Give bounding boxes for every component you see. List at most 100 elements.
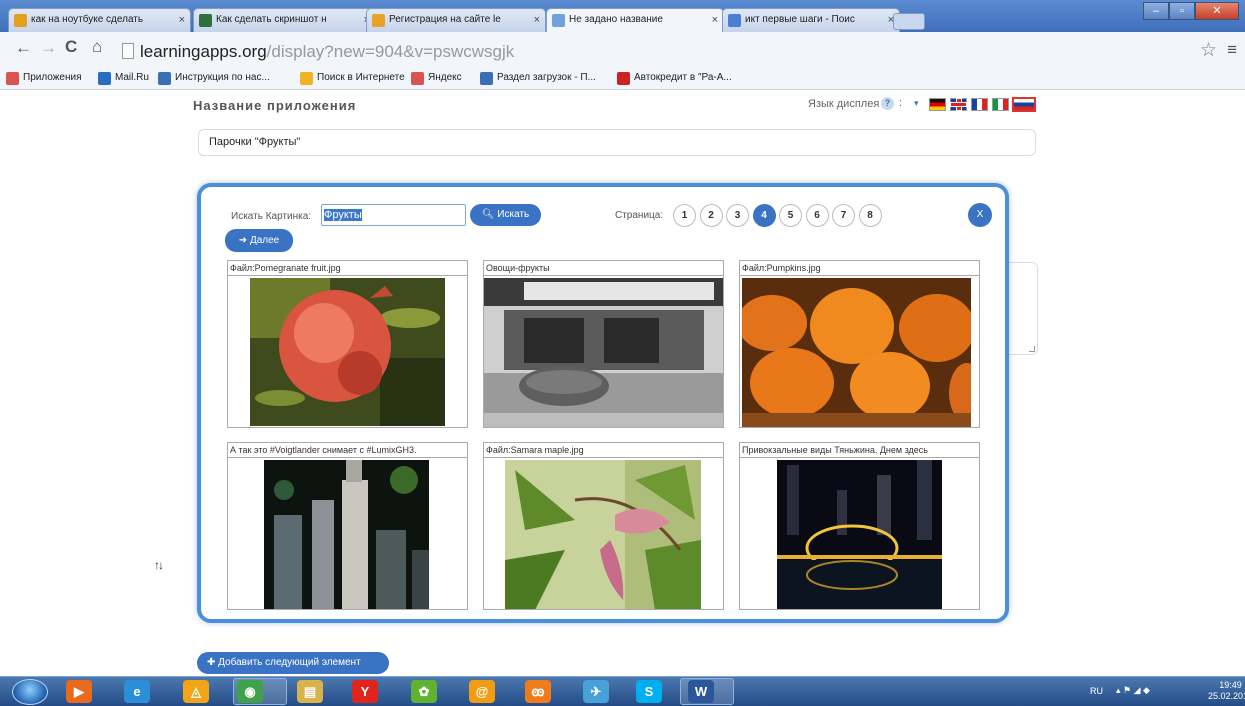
pagination: 1 2 3 4 5 6 7 8 xyxy=(673,204,885,227)
reload-icon[interactable]: C xyxy=(65,37,77,57)
avast-icon[interactable]: ◬ xyxy=(183,680,209,703)
pomegranate-image xyxy=(250,278,445,426)
google-favicon-icon xyxy=(728,14,741,27)
yandex-favicon-icon xyxy=(14,14,27,27)
browser-tab-active[interactable]: Не задано название × xyxy=(546,8,724,33)
flag-english-icon[interactable] xyxy=(950,98,967,111)
page-button-active[interactable]: 4 xyxy=(752,204,776,227)
search-button[interactable]: 🔍︎ Искать xyxy=(470,204,541,226)
bank-icon xyxy=(617,72,630,85)
site-favicon-icon xyxy=(199,14,212,27)
image-caption: Овощи-фрукты xyxy=(484,261,723,276)
image-search-dialog: Искать Картинка: Фрукты 🔍︎ Искать ➜ Дале… xyxy=(197,183,1009,623)
close-tab-icon[interactable]: × xyxy=(712,9,718,31)
next-button[interactable]: ➜ Далее xyxy=(225,229,293,252)
app-title-input[interactable]: Парочки "Фрукты" xyxy=(198,129,1036,156)
mailru-icon xyxy=(98,72,111,85)
site-favicon-icon xyxy=(372,14,385,27)
pumpkins-image xyxy=(742,278,971,427)
flag-german-icon[interactable] xyxy=(929,98,946,111)
bookmark-downloads[interactable]: Раздел загрузок - П... xyxy=(480,72,596,85)
search-input[interactable]: Фрукты xyxy=(321,204,466,226)
browser-tab[interactable]: Как сделать скриншот н × xyxy=(193,8,376,32)
yandex-icon xyxy=(411,72,424,85)
mail-agent-icon[interactable]: @ xyxy=(469,680,495,703)
skype-icon[interactable]: S xyxy=(636,680,662,703)
plus-icon: ✚ xyxy=(207,657,219,668)
image-caption: А так это #Voigtlander снимает с #LumixG… xyxy=(228,443,467,458)
help-icon[interactable]: ? xyxy=(881,97,894,110)
image-caption: Файл:Pumpkins.jpg xyxy=(740,261,979,276)
search-provider-icon xyxy=(300,72,313,85)
bookmark-star-icon[interactable]: ☆ xyxy=(1200,39,1217,62)
bookmark-yandex[interactable]: Яндекс xyxy=(411,72,462,85)
clock[interactable]: 19:49 25.02.2014 xyxy=(1208,680,1245,702)
page-icon xyxy=(480,72,493,85)
language-label: Язык дисплея xyxy=(808,98,880,110)
image-result-card[interactable]: А так это #Voigtlander снимает с #LumixG… xyxy=(227,442,468,610)
language-separator: : xyxy=(899,97,903,109)
arrow-right-icon: ➜ xyxy=(238,235,250,246)
bookmark-autocredit[interactable]: Автокредит в "Ра-А... xyxy=(617,72,732,85)
close-tab-icon[interactable]: × xyxy=(179,9,185,31)
image-result-card[interactable]: Овощи-фрукты xyxy=(483,260,724,428)
image-result-card[interactable]: Файл:Pumpkins.jpg xyxy=(739,260,980,428)
page-button[interactable]: 1 xyxy=(673,204,696,227)
browser-tab[interactable]: икт первые шаги - Поис × xyxy=(722,8,900,32)
minimize-button[interactable]: – xyxy=(1143,2,1169,20)
chevron-down-icon[interactable]: ▾ xyxy=(914,98,919,109)
bookmark-apps[interactable]: Приложения xyxy=(6,72,82,85)
explorer-icon[interactable]: ▤ xyxy=(297,680,323,703)
image-caption: Привокзальные виды Тяньжина. Днем здесь xyxy=(740,443,979,458)
messenger-icon[interactable]: ✈ xyxy=(583,680,609,703)
reorder-arrows-icon[interactable]: ↑↓ xyxy=(154,558,164,572)
odnoklassniki-icon[interactable]: ꙭ xyxy=(525,680,551,703)
maximize-button[interactable]: ▫ xyxy=(1169,2,1195,20)
media-player-icon[interactable]: ▶ xyxy=(66,680,92,703)
page-button[interactable]: 8 xyxy=(858,204,882,227)
image-result-card[interactable]: Файл:Samara maple.jpg xyxy=(483,442,724,610)
bookmark-mailru[interactable]: Mail.Ru xyxy=(98,72,149,85)
new-tab-button[interactable] xyxy=(893,13,925,30)
word-icon[interactable]: W xyxy=(688,680,714,703)
tray-icons[interactable]: ▴ ⚑ ◢ ◆ xyxy=(1116,685,1150,696)
address-bar[interactable]: learningapps.org/display?new=904&v=pswcw… xyxy=(122,40,1197,64)
clock-time: 19:49 xyxy=(1219,680,1242,690)
add-element-button[interactable]: ✚ Добавить следующий элемент xyxy=(197,652,389,674)
close-window-button[interactable]: ✕ xyxy=(1195,2,1239,20)
search-value: Фрукты xyxy=(324,209,362,221)
bookmark-instruction[interactable]: Инструкция по нас... xyxy=(158,72,270,85)
flag-russian-icon[interactable] xyxy=(1012,97,1036,112)
back-arrow-icon[interactable]: ← xyxy=(15,38,32,58)
browser-tab[interactable]: как на ноутбуке сделать × xyxy=(8,8,191,32)
flag-french-icon[interactable] xyxy=(971,98,988,111)
url-path: /display?new=904&v=pswcwsgjk xyxy=(266,42,515,61)
menu-icon[interactable]: ≡ xyxy=(1227,40,1237,60)
image-caption: Файл:Pomegranate fruit.jpg xyxy=(228,261,467,276)
image-result-card[interactable]: Файл:Pomegranate fruit.jpg xyxy=(227,260,468,428)
forward-arrow-icon[interactable]: → xyxy=(40,38,57,58)
page-button[interactable]: 5 xyxy=(779,204,802,227)
close-tab-icon[interactable]: × xyxy=(534,9,540,31)
night-city-image xyxy=(777,460,942,609)
language-indicator[interactable]: RU xyxy=(1090,686,1103,696)
page-label: Страница: xyxy=(615,210,664,221)
page-button[interactable]: 6 xyxy=(805,204,829,227)
browser-tab[interactable]: Регистрация на сайте le × xyxy=(366,8,546,32)
start-button[interactable] xyxy=(12,679,48,705)
yandex-browser-icon[interactable]: Y xyxy=(352,680,378,703)
close-dialog-button[interactable]: X xyxy=(968,203,992,227)
page-button[interactable]: 7 xyxy=(832,204,855,227)
page-button[interactable]: 3 xyxy=(726,204,749,227)
icq-icon[interactable]: ✿ xyxy=(411,680,437,703)
flag-italian-icon[interactable] xyxy=(992,98,1009,111)
bookmark-search[interactable]: Поиск в Интернете xyxy=(300,72,405,85)
image-result-card[interactable]: Привокзальные виды Тяньжина. Днем здесь xyxy=(739,442,980,610)
bottles-image xyxy=(264,460,429,609)
internet-explorer-icon[interactable]: e xyxy=(124,680,150,703)
page-button[interactable]: 2 xyxy=(699,204,723,227)
fruit-stall-image xyxy=(484,278,723,427)
chrome-icon[interactable]: ◉ xyxy=(237,680,263,703)
home-icon[interactable]: ⌂ xyxy=(92,37,102,57)
app-name-label: Название приложения xyxy=(193,98,357,113)
